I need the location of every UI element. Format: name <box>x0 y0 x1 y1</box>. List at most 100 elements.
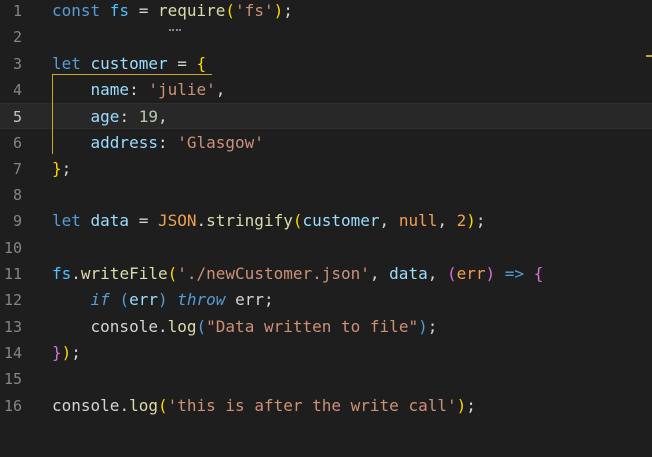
code-token: ; <box>466 395 476 415</box>
code-token: , <box>437 211 457 231</box>
bracket-match-highlight <box>52 76 53 152</box>
line-number: 1 <box>12 2 22 20</box>
code-line[interactable]: 11 fs.writeFile('./newCustomer.json', dat… <box>0 261 652 287</box>
code-token: , <box>427 264 447 283</box>
line-number: 10 <box>3 238 22 257</box>
code-token: ; <box>283 1 293 20</box>
code-token: } <box>52 342 62 362</box>
code-token: ( <box>446 264 457 283</box>
code-token: ; <box>427 316 438 336</box>
code-text[interactable]: console.log("Data written to file"); <box>52 314 438 340</box>
code-token: writeFile <box>80 264 168 283</box>
code-token: => <box>495 264 534 283</box>
code-text[interactable]: }; <box>52 156 71 182</box>
line-number: 5 <box>12 108 22 127</box>
code-line[interactable]: 9 let data = JSON.stringify(customer, nul… <box>0 208 652 234</box>
hint-underline <box>169 26 181 31</box>
code-token: console <box>90 316 158 336</box>
code-token: , <box>379 211 399 231</box>
code-token: , <box>369 264 390 283</box>
code-line[interactable]: 12 if (err) throw err; <box>0 287 652 313</box>
code-token: { <box>196 53 207 73</box>
code-token: ) <box>456 395 467 415</box>
line-number: 4 <box>12 80 22 99</box>
code-line[interactable]: 2 <box>0 24 652 50</box>
line-number: 8 <box>12 186 22 205</box>
code-text[interactable]: let data = JSON.stringify(customer, null… <box>52 208 486 234</box>
code-token: ) <box>157 290 168 310</box>
code-token: = <box>129 1 158 20</box>
bracket-match-highlight <box>52 74 212 154</box>
code-token: log <box>129 395 158 415</box>
code-token: ( <box>225 1 236 20</box>
code-token: 'fs' <box>235 1 274 20</box>
code-token: = <box>167 53 197 73</box>
code-line[interactable]: 15 <box>0 366 652 392</box>
code-token: './newCustomer.json' <box>177 264 370 283</box>
code-text[interactable]: if (err) throw err; <box>52 287 274 313</box>
code-token: ( <box>157 395 168 415</box>
code-token: . <box>71 264 81 283</box>
code-token: customer <box>90 53 168 73</box>
code-line[interactable]: 7}; <box>0 156 652 182</box>
code-token: ) <box>61 342 72 362</box>
code-token: throw <box>177 290 226 310</box>
code-token: . <box>119 395 130 415</box>
scrollbar-marker[interactable] <box>646 55 652 57</box>
code-token: ; <box>475 211 486 231</box>
code-line[interactable]: 16 console.log('this is after the write c… <box>0 393 652 419</box>
code-token: ( <box>119 290 130 310</box>
code-token: = <box>129 211 158 231</box>
code-token: err <box>456 264 486 283</box>
code-token: err <box>129 290 158 310</box>
code-token: data <box>90 211 130 231</box>
code-token: fs <box>52 264 72 283</box>
line-number: 15 <box>3 370 22 389</box>
line-number: 16 <box>3 396 22 415</box>
code-token: ) <box>273 1 284 20</box>
code-token: ) <box>466 211 476 231</box>
line-number: 3 <box>12 54 22 73</box>
code-text[interactable]: fs.writeFile('./newCustomer.json', data,… <box>52 261 543 287</box>
line-number: 7 <box>12 159 22 178</box>
code-line[interactable]: 1 const fs = require('fs'); <box>0 0 652 24</box>
code-line[interactable]: 8 <box>0 182 652 208</box>
line-number: 13 <box>3 317 22 336</box>
code-token: ; <box>71 342 81 362</box>
code-editor[interactable]: 16 console.log('this is after the write c… <box>0 0 652 457</box>
line-number: 6 <box>12 133 22 152</box>
code-token: . <box>196 211 207 231</box>
code-line[interactable]: 14}); <box>0 340 652 366</box>
code-token: , <box>215 79 226 99</box>
code-token: const <box>52 1 110 20</box>
code-token: log <box>167 316 197 336</box>
line-number: 11 <box>3 265 22 283</box>
code-token: JSON <box>157 211 197 231</box>
code-token: data <box>389 264 428 283</box>
code-line[interactable]: 3 let customer = { <box>0 51 652 77</box>
code-token: err; <box>225 290 274 310</box>
code-token: ; <box>61 158 72 178</box>
code-token: "Data written to file" <box>206 316 419 336</box>
code-token: { <box>533 264 544 283</box>
code-token: customer <box>302 211 380 231</box>
code-line[interactable]: 13 console.log("Data written to file"); <box>0 314 652 340</box>
code-line[interactable]: 10 <box>0 235 652 261</box>
code-text[interactable]: const fs = require('fs'); <box>52 0 293 24</box>
code-text[interactable]: }); <box>52 340 81 366</box>
code-token: ( <box>167 264 178 283</box>
code-text[interactable]: let customer = { <box>52 51 206 77</box>
line-number: 14 <box>3 343 22 362</box>
code-token: let <box>52 53 91 73</box>
code-token: stringify <box>206 211 293 231</box>
code-token: ( <box>196 316 207 336</box>
code-token: null <box>398 211 438 231</box>
code-token: } <box>52 158 62 178</box>
code-text[interactable]: console.log('this is after the write cal… <box>52 393 476 419</box>
code-token: let <box>52 211 91 231</box>
code-token: fs <box>109 1 130 20</box>
